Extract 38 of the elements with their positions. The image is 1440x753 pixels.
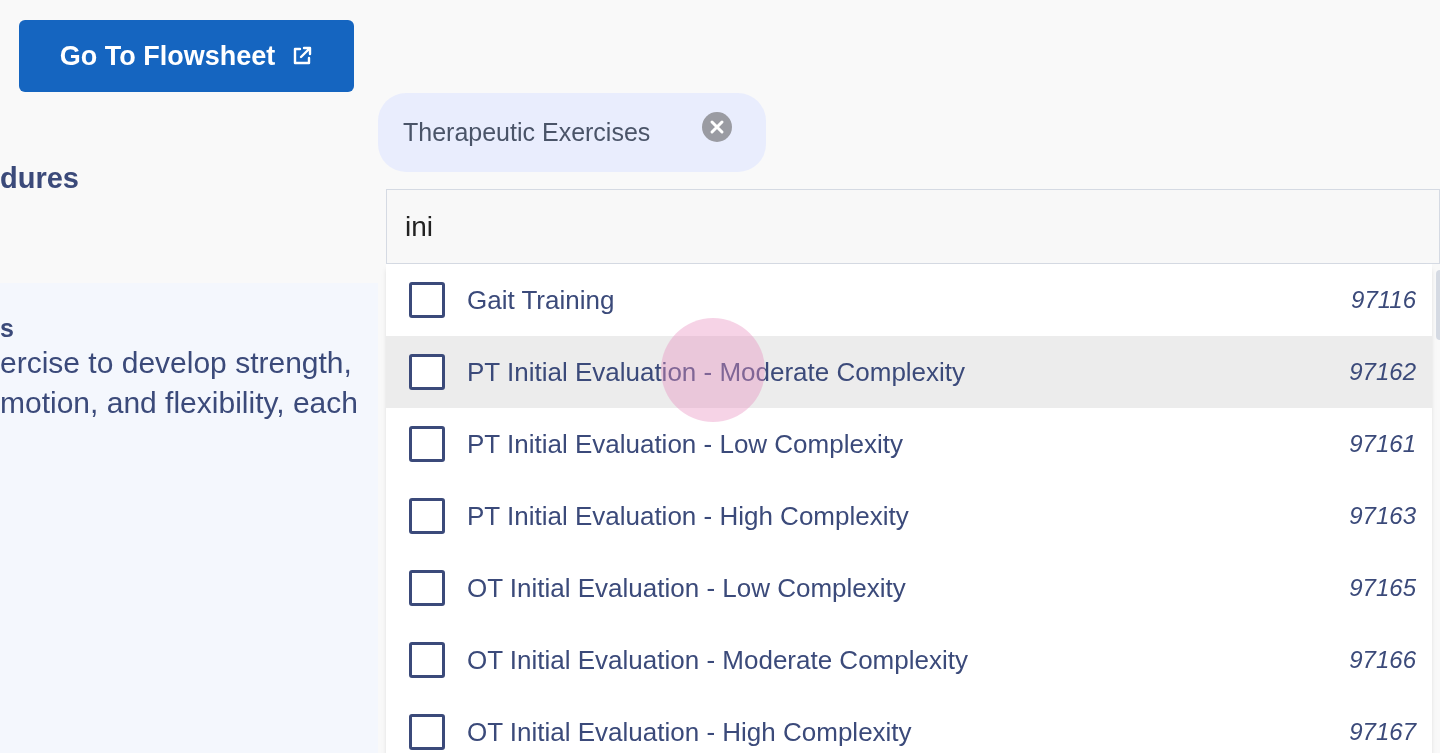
description-line: ercise to develop strength, — [0, 345, 352, 381]
option-row[interactable]: PT Initial Evaluation - Low Complexity 97161 — [386, 408, 1432, 480]
checkbox[interactable] — [409, 282, 445, 318]
option-row[interactable]: OT Initial Evaluation - Moderate Complexity 97166 — [386, 624, 1432, 696]
option-label: PT Initial Evaluation - Moderate Complexity — [467, 355, 966, 389]
checkbox[interactable] — [409, 642, 445, 678]
option-label: OT Initial Evaluation - Low Complexity — [467, 571, 906, 605]
checkbox[interactable] — [409, 426, 445, 462]
option-code: 97162 — [1349, 357, 1416, 387]
option-row[interactable]: Gait Training 97116 — [386, 264, 1432, 336]
checkbox[interactable] — [409, 714, 445, 750]
option-code: 97166 — [1349, 645, 1416, 675]
option-code: 97163 — [1349, 501, 1416, 531]
option-label: OT Initial Evaluation - Moderate Complexity — [467, 643, 968, 677]
option-row[interactable]: PT Initial Evaluation - High Complexity 97163 — [386, 480, 1432, 552]
option-row[interactable]: OT Initial Evaluation - High Complexity 97167 — [386, 696, 1432, 753]
scrollbar-thumb[interactable] — [1436, 270, 1440, 340]
external-link-icon — [291, 45, 314, 67]
go-to-flowsheet-button[interactable]: Go To Flowsheet — [19, 20, 354, 92]
panel-title: s — [0, 313, 14, 343]
checkbox[interactable] — [409, 570, 445, 606]
option-label: PT Initial Evaluation - High Complexity — [467, 499, 909, 533]
search-field[interactable]: ini — [386, 189, 1440, 264]
option-code: 97167 — [1349, 717, 1416, 747]
checkbox[interactable] — [409, 498, 445, 534]
option-row[interactable]: OT Initial Evaluation - Low Complexity 97165 — [386, 552, 1432, 624]
option-label: OT Initial Evaluation - High Complexity — [467, 715, 912, 749]
chip-label: Therapeutic Exercises — [403, 116, 651, 148]
section-heading: dures — [0, 164, 80, 193]
option-code: 97116 — [1351, 285, 1416, 315]
remove-chip-icon[interactable] — [702, 111, 732, 142]
option-code: 97165 — [1349, 573, 1416, 603]
description-line: motion, and flexibility, each — [0, 385, 358, 421]
option-label: PT Initial Evaluation - Low Complexity — [467, 427, 903, 461]
option-code: 97161 — [1349, 429, 1416, 459]
option-row[interactable]: PT Initial Evaluation - Moderate Complexity 97162 — [386, 336, 1432, 408]
option-label: Gait Training — [467, 283, 615, 317]
checkbox[interactable] — [409, 354, 445, 390]
